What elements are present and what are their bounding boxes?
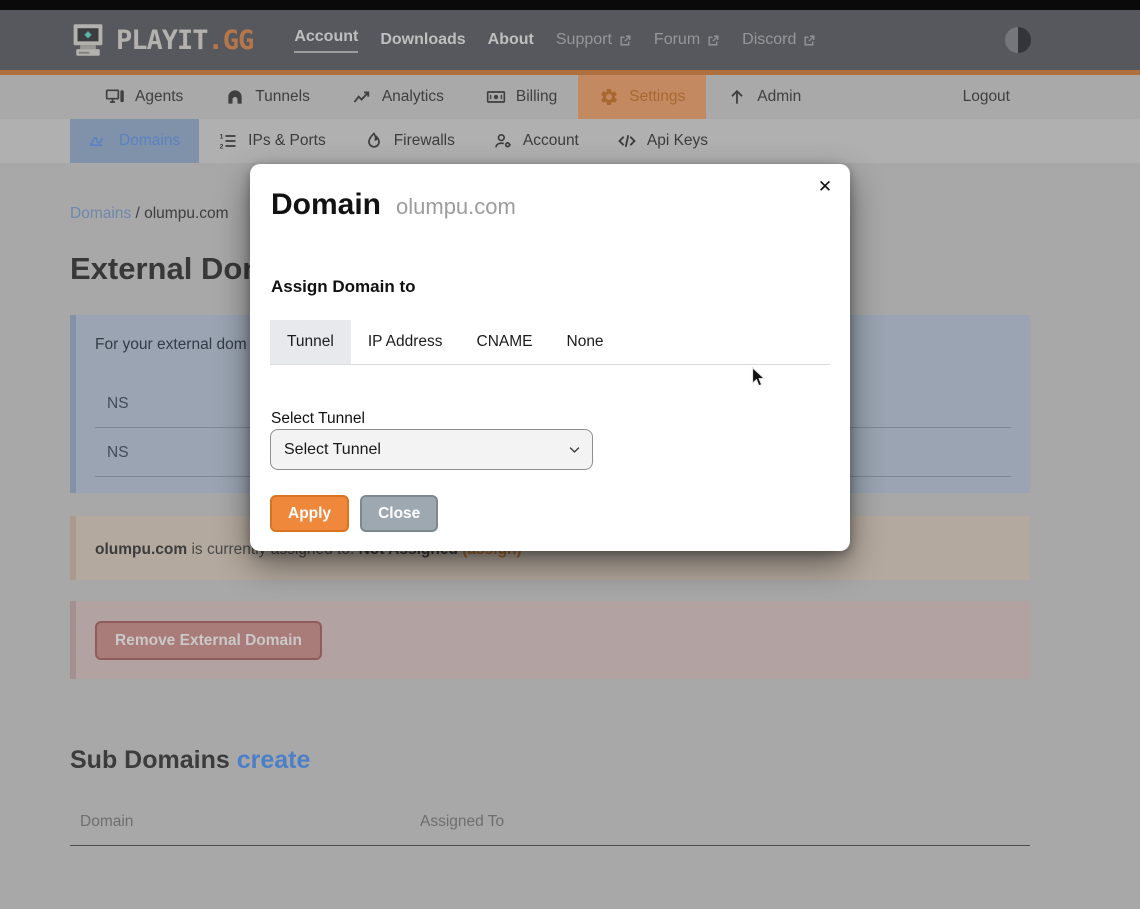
external-link-icon	[619, 34, 632, 47]
subnav-label: Domains	[119, 132, 180, 150]
mainnav-billing[interactable]: Billing	[465, 75, 578, 119]
close-icon[interactable]: ✕	[813, 175, 837, 199]
subnav-firewalls[interactable]: Firewalls	[345, 119, 474, 163]
person-gear-icon	[493, 131, 513, 151]
mainnav-tunnels[interactable]: Tunnels	[204, 75, 331, 119]
money-icon	[486, 87, 506, 107]
external-link-icon	[707, 34, 720, 47]
mainnav-analytics[interactable]: Analytics	[331, 75, 465, 119]
numbered-list-icon: 12	[218, 131, 238, 151]
mainnav-admin[interactable]: Admin	[706, 75, 822, 119]
apply-button[interactable]: Apply	[270, 495, 349, 532]
sub-domains-heading: Sub Domains create	[70, 746, 310, 775]
tab-tunnel[interactable]: Tunnel	[270, 320, 351, 364]
assign-domain-heading: Assign Domain to	[271, 277, 416, 297]
subnav-label: Account	[523, 132, 579, 150]
breadcrumb-domains-link[interactable]: Domains	[70, 205, 131, 222]
signature-route-icon	[89, 131, 109, 151]
settings-sub-nav: Domains 12 IPs & Ports Firewalls Account…	[0, 119, 1140, 163]
logo-text: PLAYIT.GG	[116, 25, 253, 56]
mainnav-label: Analytics	[382, 88, 444, 106]
modal-domain-name: olumpu.com	[396, 194, 516, 220]
tunnel-icon	[225, 87, 245, 107]
header-nav: Account Downloads About Support Forum Di…	[283, 28, 827, 53]
info-box-text: For your external dom	[95, 336, 247, 354]
domain-modal: ✕ Domain olumpu.com Assign Domain to Tun…	[250, 164, 850, 551]
breadcrumb-separator: /	[135, 205, 139, 222]
main-nav: Agents Tunnels Analytics Billing Setting…	[0, 75, 1140, 119]
close-button[interactable]: Close	[360, 495, 438, 532]
nav-forum[interactable]: Forum	[643, 31, 731, 49]
assign-tabs: Tunnel IP Address CNAME None	[270, 320, 830, 365]
nav-account[interactable]: Account	[283, 28, 369, 53]
line-chart-icon	[352, 87, 372, 107]
modal-title: Domain	[271, 188, 381, 222]
top-black-strip	[0, 0, 1140, 10]
remove-domain-box: Remove External Domain	[70, 601, 1030, 679]
subnav-ips-ports[interactable]: 12 IPs & Ports	[199, 119, 345, 163]
column-header-domain: Domain	[80, 813, 133, 831]
subnav-label: Firewalls	[394, 132, 455, 150]
modal-title-row: Domain olumpu.com	[271, 188, 516, 222]
subnav-api-keys[interactable]: Api Keys	[598, 119, 727, 163]
select-tunnel-dropdown[interactable]: Select Tunnel	[270, 429, 593, 470]
tab-none[interactable]: None	[550, 320, 621, 364]
devices-icon	[105, 87, 125, 107]
breadcrumb: Domains / olumpu.com	[70, 205, 229, 223]
select-tunnel-label: Select Tunnel	[271, 410, 365, 428]
retro-computer-icon	[70, 23, 106, 57]
playit-logo[interactable]: PLAYIT.GG	[70, 23, 253, 57]
subnav-label: Api Keys	[647, 132, 708, 150]
logout-button[interactable]: Logout	[963, 75, 1010, 119]
mainnav-agents[interactable]: Agents	[84, 75, 204, 119]
mainnav-label: Tunnels	[255, 88, 310, 106]
flame-icon	[364, 131, 384, 151]
select-tunnel-wrap: Select Tunnel	[270, 429, 593, 470]
nav-discord[interactable]: Discord	[731, 31, 827, 49]
nav-downloads[interactable]: Downloads	[369, 31, 476, 49]
svg-text:2: 2	[220, 144, 224, 151]
arrow-up-icon	[727, 87, 747, 107]
column-header-assigned-to: Assigned To	[420, 813, 504, 831]
tab-ip-address[interactable]: IP Address	[351, 320, 460, 364]
assignment-domain: olumpu.com	[95, 541, 187, 558]
code-icon	[617, 131, 637, 151]
theme-toggle-icon[interactable]	[1005, 27, 1031, 53]
playit-app: PLAYIT.GG Account Downloads About Suppor…	[0, 0, 1140, 909]
create-subdomain-link[interactable]: create	[237, 746, 311, 774]
table-header-divider	[70, 845, 1030, 846]
subnav-account[interactable]: Account	[474, 119, 598, 163]
mainnav-label: Settings	[629, 88, 685, 106]
gear-icon	[599, 87, 619, 107]
external-link-icon	[803, 34, 816, 47]
mainnav-label: Billing	[516, 88, 557, 106]
subnav-domains[interactable]: Domains	[70, 119, 199, 163]
mainnav-label: Agents	[135, 88, 183, 106]
mainnav-settings[interactable]: Settings	[578, 75, 706, 119]
breadcrumb-current: olumpu.com	[144, 205, 228, 222]
modal-buttons: Apply Close	[270, 495, 438, 532]
svg-text:1: 1	[220, 134, 224, 141]
site-header: PLAYIT.GG Account Downloads About Suppor…	[0, 10, 1140, 75]
nav-support[interactable]: Support	[545, 31, 643, 49]
tab-cname[interactable]: CNAME	[460, 320, 550, 364]
subnav-label: IPs & Ports	[248, 132, 326, 150]
mainnav-label: Admin	[757, 88, 801, 106]
remove-external-domain-button[interactable]: Remove External Domain	[95, 621, 322, 660]
nav-about[interactable]: About	[477, 31, 545, 49]
